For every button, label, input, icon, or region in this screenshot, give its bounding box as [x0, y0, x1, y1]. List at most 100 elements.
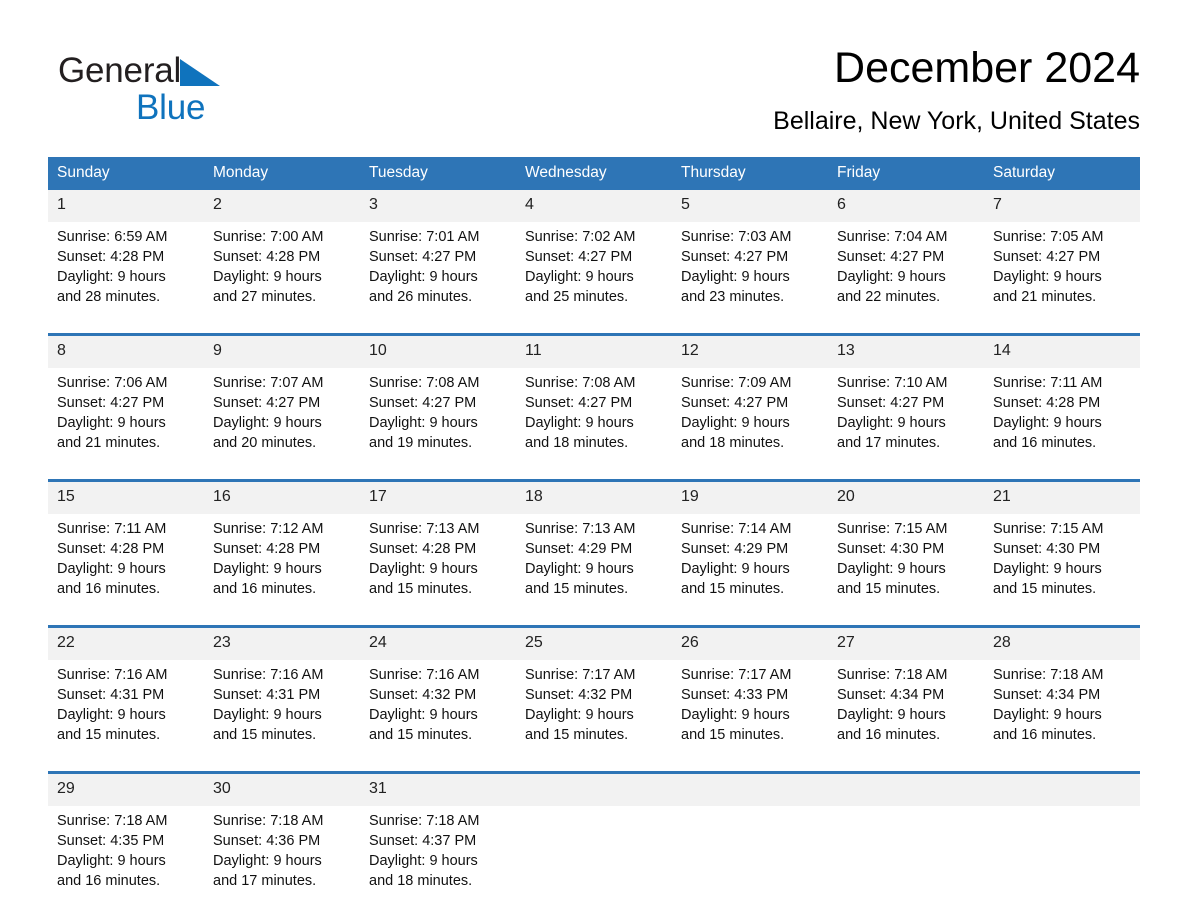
day-number-6[interactable]: 6: [828, 190, 984, 222]
day-number-row: 22 23 24 25 26 27 28: [48, 628, 1140, 660]
sunset-text: Sunset: 4:31 PM: [57, 687, 165, 703]
daylight-text: Daylight: 9 hours: [57, 561, 166, 577]
day-detail-row: Sunrise: 7:06 AM Sunset: 4:27 PM Daylight:…: [48, 368, 1140, 459]
day-cell-22[interactable]: Sunrise: 7:16 AM Sunset: 4:31 PM Daylight:…: [48, 660, 204, 751]
day-cell-28[interactable]: Sunrise: 7:18 AM Sunset: 4:34 PM Daylight:…: [984, 660, 1140, 751]
daylight-text-cont: and 16 minutes.: [837, 727, 941, 743]
day-number-15[interactable]: 15: [48, 482, 204, 514]
daylight-text: Daylight: 9 hours: [837, 269, 946, 285]
day-cell-3[interactable]: Sunrise: 7:01 AM Sunset: 4:27 PM Daylight:…: [360, 222, 516, 313]
day-detail-row: Sunrise: 7:11 AM Sunset: 4:28 PM Daylight:…: [48, 514, 1140, 605]
day-number-17[interactable]: 17: [360, 482, 516, 514]
day-number-11[interactable]: 11: [516, 336, 672, 368]
day-cell-10[interactable]: Sunrise: 7:08 AM Sunset: 4:27 PM Daylight:…: [360, 368, 516, 459]
sunrise-text: Sunrise: 7:07 AM: [213, 375, 324, 391]
daylight-text: Daylight: 9 hours: [57, 415, 166, 431]
day-number-16[interactable]: 16: [204, 482, 360, 514]
day-number-row: 8 9 10 11 12 13 14: [48, 336, 1140, 368]
day-number-12[interactable]: 12: [672, 336, 828, 368]
day-number-23[interactable]: 23: [204, 628, 360, 660]
daylight-text: Daylight: 9 hours: [837, 561, 946, 577]
location-subtitle: Bellaire, New York, United States: [773, 107, 1140, 135]
sunrise-text: Sunrise: 7:18 AM: [57, 813, 168, 829]
day-cell-27[interactable]: Sunrise: 7:18 AM Sunset: 4:34 PM Daylight:…: [828, 660, 984, 751]
daylight-text: Daylight: 9 hours: [993, 561, 1102, 577]
day-number-24[interactable]: 24: [360, 628, 516, 660]
daylight-text-cont: and 16 minutes.: [993, 727, 1097, 743]
day-number-29[interactable]: 29: [48, 774, 204, 806]
day-cell-1[interactable]: Sunrise: 6:59 AM Sunset: 4:28 PM Daylight:…: [48, 222, 204, 313]
daylight-text: Daylight: 9 hours: [525, 415, 634, 431]
day-cell-16[interactable]: Sunrise: 7:12 AM Sunset: 4:28 PM Daylight:…: [204, 514, 360, 605]
day-cell-7[interactable]: Sunrise: 7:05 AM Sunset: 4:27 PM Daylight:…: [984, 222, 1140, 313]
day-cell-31[interactable]: Sunrise: 7:18 AM Sunset: 4:37 PM Daylight:…: [360, 806, 516, 897]
day-number-10[interactable]: 10: [360, 336, 516, 368]
sunset-text: Sunset: 4:29 PM: [525, 541, 633, 557]
day-number-row: 1234567: [48, 190, 1140, 222]
day-cell-4[interactable]: Sunrise: 7:02 AM Sunset: 4:27 PM Daylight:…: [516, 222, 672, 313]
day-cell-13[interactable]: Sunrise: 7:10 AM Sunset: 4:27 PM Daylight:…: [828, 368, 984, 459]
daylight-text-cont: and 21 minutes.: [993, 289, 1097, 305]
day-number-28[interactable]: 28: [984, 628, 1140, 660]
day-number-4[interactable]: 4: [516, 190, 672, 222]
day-number-8[interactable]: 8: [48, 336, 204, 368]
daylight-text: Daylight: 9 hours: [369, 561, 478, 577]
day-detail-row: Sunrise: 7:18 AM Sunset: 4:35 PM Daylight:…: [48, 806, 1140, 897]
day-cell-20[interactable]: Sunrise: 7:15 AM Sunset: 4:30 PM Daylight:…: [828, 514, 984, 605]
sunset-text: Sunset: 4:27 PM: [681, 395, 789, 411]
daylight-text: Daylight: 9 hours: [993, 415, 1102, 431]
day-number-27[interactable]: 27: [828, 628, 984, 660]
day-number-19[interactable]: 19: [672, 482, 828, 514]
day-cell-25[interactable]: Sunrise: 7:17 AM Sunset: 4:32 PM Daylight:…: [516, 660, 672, 751]
day-cell-9[interactable]: Sunrise: 7:07 AM Sunset: 4:27 PM Daylight:…: [204, 368, 360, 459]
day-number-5[interactable]: 5: [672, 190, 828, 222]
day-number-21[interactable]: 21: [984, 482, 1140, 514]
sunrise-text: Sunrise: 7:17 AM: [681, 667, 792, 683]
daylight-text-cont: and 15 minutes.: [57, 727, 161, 743]
day-cell-18[interactable]: Sunrise: 7:13 AM Sunset: 4:29 PM Daylight:…: [516, 514, 672, 605]
day-cell-30[interactable]: Sunrise: 7:18 AM Sunset: 4:36 PM Daylight:…: [204, 806, 360, 897]
sunset-text: Sunset: 4:28 PM: [57, 541, 165, 557]
day-cell-15[interactable]: Sunrise: 7:11 AM Sunset: 4:28 PM Daylight:…: [48, 514, 204, 605]
day-number-14[interactable]: 14: [984, 336, 1140, 368]
day-cell-24[interactable]: Sunrise: 7:16 AM Sunset: 4:32 PM Daylight:…: [360, 660, 516, 751]
day-number-7[interactable]: 7: [984, 190, 1140, 222]
week-spacer: [48, 459, 1140, 479]
day-cell-2[interactable]: Sunrise: 7:00 AM Sunset: 4:28 PM Daylight:…: [204, 222, 360, 313]
day-number-25[interactable]: 25: [516, 628, 672, 660]
day-cell-17[interactable]: Sunrise: 7:13 AM Sunset: 4:28 PM Daylight:…: [360, 514, 516, 605]
day-cell-26[interactable]: Sunrise: 7:17 AM Sunset: 4:33 PM Daylight:…: [672, 660, 828, 751]
day-number-2[interactable]: 2: [204, 190, 360, 222]
day-number-13[interactable]: 13: [828, 336, 984, 368]
day-cell-14[interactable]: Sunrise: 7:11 AM Sunset: 4:28 PM Daylight:…: [984, 368, 1140, 459]
day-number-30[interactable]: 30: [204, 774, 360, 806]
daylight-text: Daylight: 9 hours: [57, 853, 166, 869]
day-number-18[interactable]: 18: [516, 482, 672, 514]
day-cell-8[interactable]: Sunrise: 7:06 AM Sunset: 4:27 PM Daylight:…: [48, 368, 204, 459]
day-number-31[interactable]: 31: [360, 774, 516, 806]
day-cell-12[interactable]: Sunrise: 7:09 AM Sunset: 4:27 PM Daylight:…: [672, 368, 828, 459]
sunrise-text: Sunrise: 7:16 AM: [57, 667, 168, 683]
day-number-1[interactable]: 1: [48, 190, 204, 222]
day-cell-29[interactable]: Sunrise: 7:18 AM Sunset: 4:35 PM Daylight:…: [48, 806, 204, 897]
day-cell-11[interactable]: Sunrise: 7:08 AM Sunset: 4:27 PM Daylight:…: [516, 368, 672, 459]
day-cell-19[interactable]: Sunrise: 7:14 AM Sunset: 4:29 PM Daylight:…: [672, 514, 828, 605]
day-cell-5[interactable]: Sunrise: 7:03 AM Sunset: 4:27 PM Daylight:…: [672, 222, 828, 313]
general-blue-logo[interactable]: General Blue: [58, 50, 388, 134]
day-number-20[interactable]: 20: [828, 482, 984, 514]
daylight-text-cont: and 18 minutes.: [525, 435, 629, 451]
day-cell-23[interactable]: Sunrise: 7:16 AM Sunset: 4:31 PM Daylight:…: [204, 660, 360, 751]
daylight-text: Daylight: 9 hours: [213, 853, 322, 869]
day-number-9[interactable]: 9: [204, 336, 360, 368]
sunset-text: Sunset: 4:28 PM: [213, 249, 321, 265]
day-cell-6[interactable]: Sunrise: 7:04 AM Sunset: 4:27 PM Daylight:…: [828, 222, 984, 313]
day-number-26[interactable]: 26: [672, 628, 828, 660]
sunrise-text: Sunrise: 7:17 AM: [525, 667, 636, 683]
week-spacer-cell: [48, 751, 1140, 771]
sunset-text: Sunset: 4:34 PM: [837, 687, 945, 703]
daylight-text-cont: and 15 minutes.: [525, 727, 629, 743]
daylight-text: Daylight: 9 hours: [369, 853, 478, 869]
day-cell-21[interactable]: Sunrise: 7:15 AM Sunset: 4:30 PM Daylight:…: [984, 514, 1140, 605]
day-number-22[interactable]: 22: [48, 628, 204, 660]
day-number-3[interactable]: 3: [360, 190, 516, 222]
